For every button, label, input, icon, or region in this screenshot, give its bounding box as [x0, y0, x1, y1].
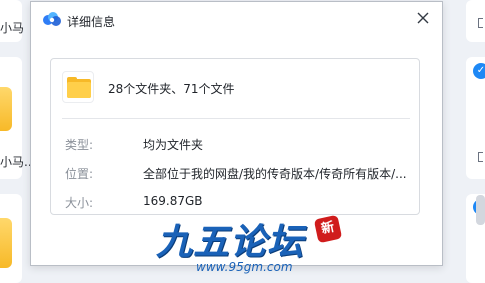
details-panel: 28个文件夹、71个文件 类型: 均为文件夹 位置: 全部位于我的网盘/我的传奇…	[50, 58, 420, 215]
file-name-label: 小马	[0, 21, 25, 35]
type-label: 类型:	[65, 138, 94, 152]
checkmark-icon[interactable]: ✓	[473, 63, 485, 79]
bracket-icon	[478, 152, 483, 162]
bracket-icon	[478, 18, 483, 28]
location-value[interactable]: 全部位于我的网盘/我的传奇版本/传奇所有版本/...	[143, 165, 407, 182]
baidu-netdisk-logo-icon	[43, 12, 61, 26]
location-label: 位置:	[65, 167, 94, 181]
folder-icon	[0, 218, 12, 268]
file-browser-screen: 小马 小马... ✓ ✓ 详细信息 28个文件	[0, 0, 485, 283]
size-label: 大小:	[65, 196, 94, 210]
watermark-logo: 九五论坛	[156, 221, 305, 263]
watermark-url: www.95gm.com	[196, 260, 293, 274]
folder-icon	[62, 71, 94, 103]
divider	[62, 118, 410, 119]
watermark-seal: 新	[313, 214, 343, 244]
scrollbar-thumb[interactable]	[476, 195, 485, 225]
dialog-titlebar[interactable]: 详细信息	[31, 2, 442, 38]
size-value: 169.87GB	[143, 194, 203, 208]
close-icon[interactable]	[414, 9, 432, 27]
type-value: 均为文件夹	[143, 138, 204, 152]
watermark: 九五论坛 新 www.95gm.com	[150, 213, 343, 283]
dialog-title: 详细信息	[67, 15, 116, 29]
selection-summary: 28个文件夹、71个文件	[108, 82, 235, 96]
folder-icon	[0, 87, 12, 131]
